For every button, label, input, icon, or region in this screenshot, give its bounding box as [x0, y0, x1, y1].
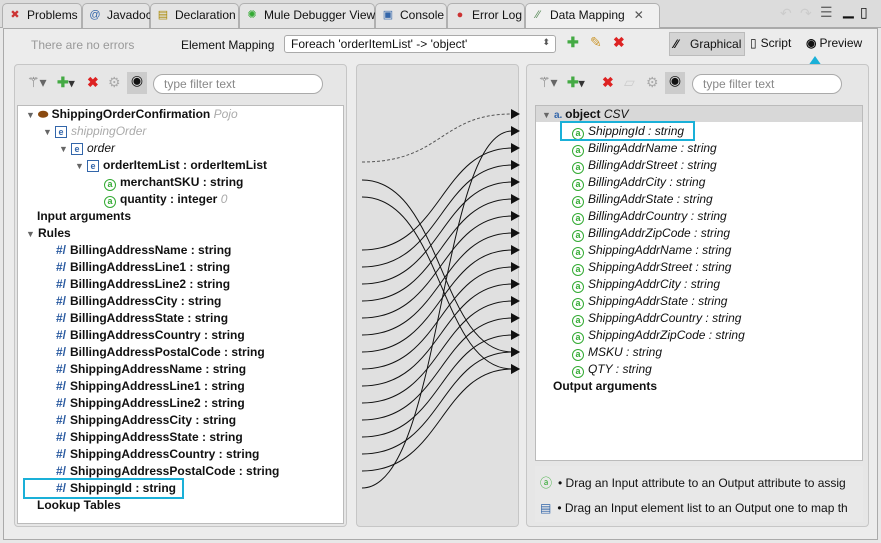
mapping-line[interactable]	[361, 215, 513, 319]
root-type: CSV	[603, 107, 629, 121]
mapping-arrowhead	[511, 330, 520, 340]
delete-icon[interactable]: ✖	[602, 74, 614, 91]
attribute-icon: a	[572, 230, 584, 242]
field-label: ShippingAddrZipCode : string	[588, 328, 745, 342]
attribute-icon: a	[572, 196, 584, 208]
field-label: QTY : string	[588, 362, 652, 376]
mapping-line[interactable]	[361, 181, 513, 285]
mapping-line[interactable]	[361, 266, 513, 370]
output-field[interactable]: a ShippingAddrZipCode : string	[572, 327, 745, 344]
output-field[interactable]: a BillingAddrCountry : string	[572, 208, 727, 225]
attribute-icon: a	[572, 298, 584, 310]
mapping-arrowhead	[511, 194, 520, 204]
attribute-icon: a	[572, 264, 584, 276]
field-label: BillingAddrName : string	[588, 141, 717, 155]
mapping-line[interactable]	[361, 130, 513, 489]
settings-icon[interactable]: ⚙	[646, 74, 659, 91]
attribute-icon: a	[572, 145, 584, 157]
drag-list-icon: ▤	[540, 501, 552, 515]
hint-element-list: ▤ • Drag an Input element list to an Outp…	[540, 501, 848, 515]
add-icon[interactable]: ✚▾	[567, 74, 585, 91]
output-field[interactable]: a QTY : string	[572, 361, 652, 378]
mapping-line[interactable]	[361, 368, 513, 472]
hint-text: • Drag an Input element list to an Outpu…	[557, 501, 848, 515]
mapping-arrowhead	[511, 296, 520, 306]
attribute-icon: a	[572, 366, 584, 378]
field-label: ShippingAddrName : string	[588, 243, 732, 257]
output-field[interactable]: a BillingAddrZipCode : string	[572, 225, 730, 242]
attribute-icon: a	[572, 162, 584, 174]
root-name: object	[565, 107, 601, 121]
wand-icon[interactable]: ⚚▾	[538, 74, 558, 91]
mapping-arrowhead	[511, 347, 520, 357]
mapping-line[interactable]	[361, 283, 513, 387]
mapping-line[interactable]	[361, 249, 513, 353]
output-field[interactable]: a BillingAddrName : string	[572, 140, 717, 157]
mapping-arrowhead	[511, 364, 520, 374]
eye-toggle-icon[interactable]: ◉	[665, 72, 685, 94]
mapping-line[interactable]	[361, 164, 513, 268]
field-label: ShippingAddrState : string	[588, 294, 728, 308]
attribute-icon: a	[572, 349, 584, 361]
output-field[interactable]: a ShippingAddrCity : string	[572, 276, 720, 293]
field-label: BillingAddrState : string	[588, 192, 713, 206]
mapping-arrowhead	[511, 109, 520, 119]
output-field[interactable]: a MSKU : string	[572, 344, 662, 361]
mapping-arrowhead	[511, 177, 520, 187]
mapping-line[interactable]	[361, 317, 513, 421]
field-label: ShippingAddrCountry : string	[588, 311, 742, 325]
attribute-icon: a	[572, 213, 584, 225]
mapping-line[interactable]	[361, 300, 513, 404]
output-field[interactable]: a ShippingAddrState : string	[572, 293, 727, 310]
field-label: BillingAddrStreet : string	[588, 158, 717, 172]
mapping-line[interactable]	[361, 196, 513, 370]
output-field[interactable]: a BillingAddrCity : string	[572, 174, 705, 191]
mapping-line[interactable]	[361, 351, 513, 455]
mapping-arrowhead	[511, 313, 520, 323]
field-label: BillingAddrCountry : string	[588, 209, 727, 223]
output-field[interactable]: a BillingAddrState : string	[572, 191, 713, 208]
output-filter-field[interactable]: type filter text	[692, 74, 842, 94]
field-label: BillingAddrZipCode : string	[588, 226, 731, 240]
mapping-arrowhead	[511, 160, 520, 170]
output-field[interactable]: a ShippingAddrName : string	[572, 242, 731, 259]
mapping-line[interactable]	[361, 334, 513, 438]
output-field[interactable]: a ShippingAddrCountry : string	[572, 310, 741, 327]
csv-icon: a.	[554, 110, 566, 121]
hint-text: • Drag an Input attribute to an Output a…	[558, 476, 846, 490]
attribute-icon: a	[572, 281, 584, 293]
output-arguments[interactable]: Output arguments	[553, 378, 657, 395]
mapping-arrowhead	[511, 126, 520, 136]
attribute-icon: a	[572, 315, 584, 327]
mapping-line[interactable]	[361, 232, 513, 336]
mapping-arrowhead	[511, 228, 520, 238]
output-field[interactable]: a BillingAddrStreet : string	[572, 157, 717, 174]
attribute-icon: a	[572, 179, 584, 191]
field-label: MSKU : string	[588, 345, 663, 359]
mapping-arrowhead	[511, 245, 520, 255]
mapping-line[interactable]	[361, 198, 513, 302]
field-label: ShippingAddrStreet : string	[588, 260, 732, 274]
mapping-arrowhead	[511, 143, 520, 153]
mapping-arrowhead	[511, 279, 520, 289]
eraser-icon[interactable]: ▱	[624, 74, 635, 91]
mapping-line[interactable]	[361, 113, 513, 163]
field-label: ShippingAddrCity : string	[588, 277, 721, 291]
output-field[interactable]: a ShippingAddrStreet : string	[572, 259, 731, 276]
highlight-box-output	[560, 121, 695, 141]
mapping-arrowhead	[511, 211, 520, 221]
drag-attribute-icon: ⓐ	[540, 476, 553, 490]
attribute-icon: a	[572, 247, 584, 259]
hint-attribute: ⓐ • Drag an Input attribute to an Output …	[540, 474, 846, 491]
attribute-icon: a	[572, 332, 584, 344]
mapping-line[interactable]	[361, 147, 513, 251]
field-label: BillingAddrCity : string	[588, 175, 706, 189]
mapping-arrowhead	[511, 262, 520, 272]
